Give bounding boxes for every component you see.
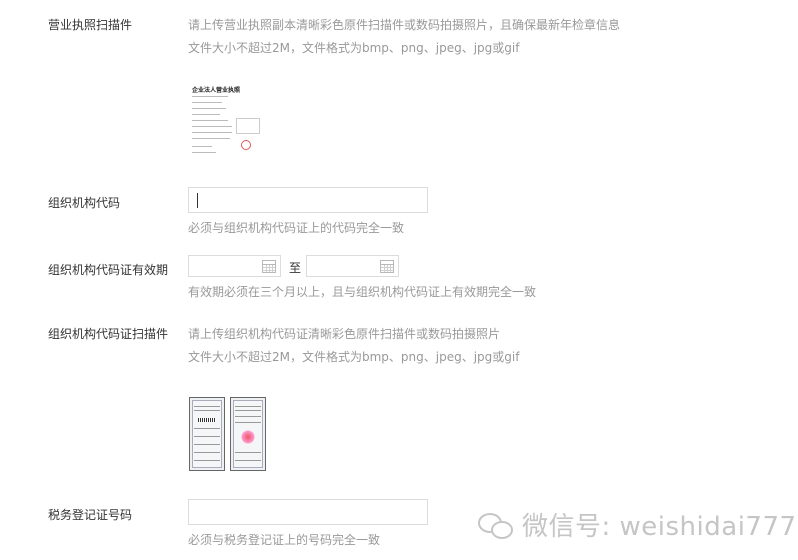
tax-reg-hint: 必须与税务登记证上的号码完全一致 xyxy=(188,533,381,547)
org-code-input[interactable] xyxy=(188,187,428,213)
validity-end-date-input[interactable] xyxy=(306,255,399,277)
cert-seal-icon xyxy=(241,430,255,444)
validity-start-date-input[interactable] xyxy=(188,255,281,277)
license-sample-title: 企业法人营业执照 xyxy=(192,87,241,94)
validity-to-label: 至 xyxy=(289,261,302,275)
wechat-icon xyxy=(478,511,516,539)
org-code-validity-label: 组织机构代码证有效期 xyxy=(48,263,169,277)
org-code-scan-hint-1: 请上传组织机构代码证清晰彩色原件扫描件或数码拍摄照片 xyxy=(188,327,501,341)
org-code-cert-front-image[interactable] xyxy=(189,397,225,471)
org-code-label: 组织机构代码 xyxy=(48,196,121,210)
org-code-scan-label: 组织机构代码证扫描件 xyxy=(48,327,169,341)
watermark-text: 微信号: weishidai777 xyxy=(522,512,797,542)
calendar-icon[interactable] xyxy=(380,260,394,273)
tax-reg-input[interactable] xyxy=(188,499,428,525)
tax-reg-label: 税务登记证号码 xyxy=(48,508,133,522)
org-code-scan-hint-2: 文件大小不超过2M，文件格式为bmp、png、jpeg、jpg或gif xyxy=(188,350,520,364)
calendar-icon[interactable] xyxy=(262,260,276,273)
org-code-cert-back-image[interactable] xyxy=(230,397,266,471)
license-photo-box xyxy=(236,118,260,134)
org-code-hint: 必须与组织机构代码证上的代码完全一致 xyxy=(188,221,405,235)
org-code-validity-hint: 有效期必须在三个月以上，且与组织机构代码证上有效期完全一致 xyxy=(188,285,537,299)
wechat-watermark: 微信号: weishidai777 xyxy=(478,506,797,543)
text-caret xyxy=(197,193,198,208)
business-license-sample-image[interactable]: 企业法人营业执照 xyxy=(188,82,268,162)
license-seal-icon xyxy=(241,140,251,150)
business-license-label: 营业执照扫描件 xyxy=(48,18,133,32)
business-license-hint-2: 文件大小不超过2M，文件格式为bmp、png、jpeg、jpg或gif xyxy=(188,41,520,55)
business-license-hint-1: 请上传营业执照副本清晰彩色原件扫描件或数码拍摄照片，且确保最新年检章信息 xyxy=(188,18,621,32)
